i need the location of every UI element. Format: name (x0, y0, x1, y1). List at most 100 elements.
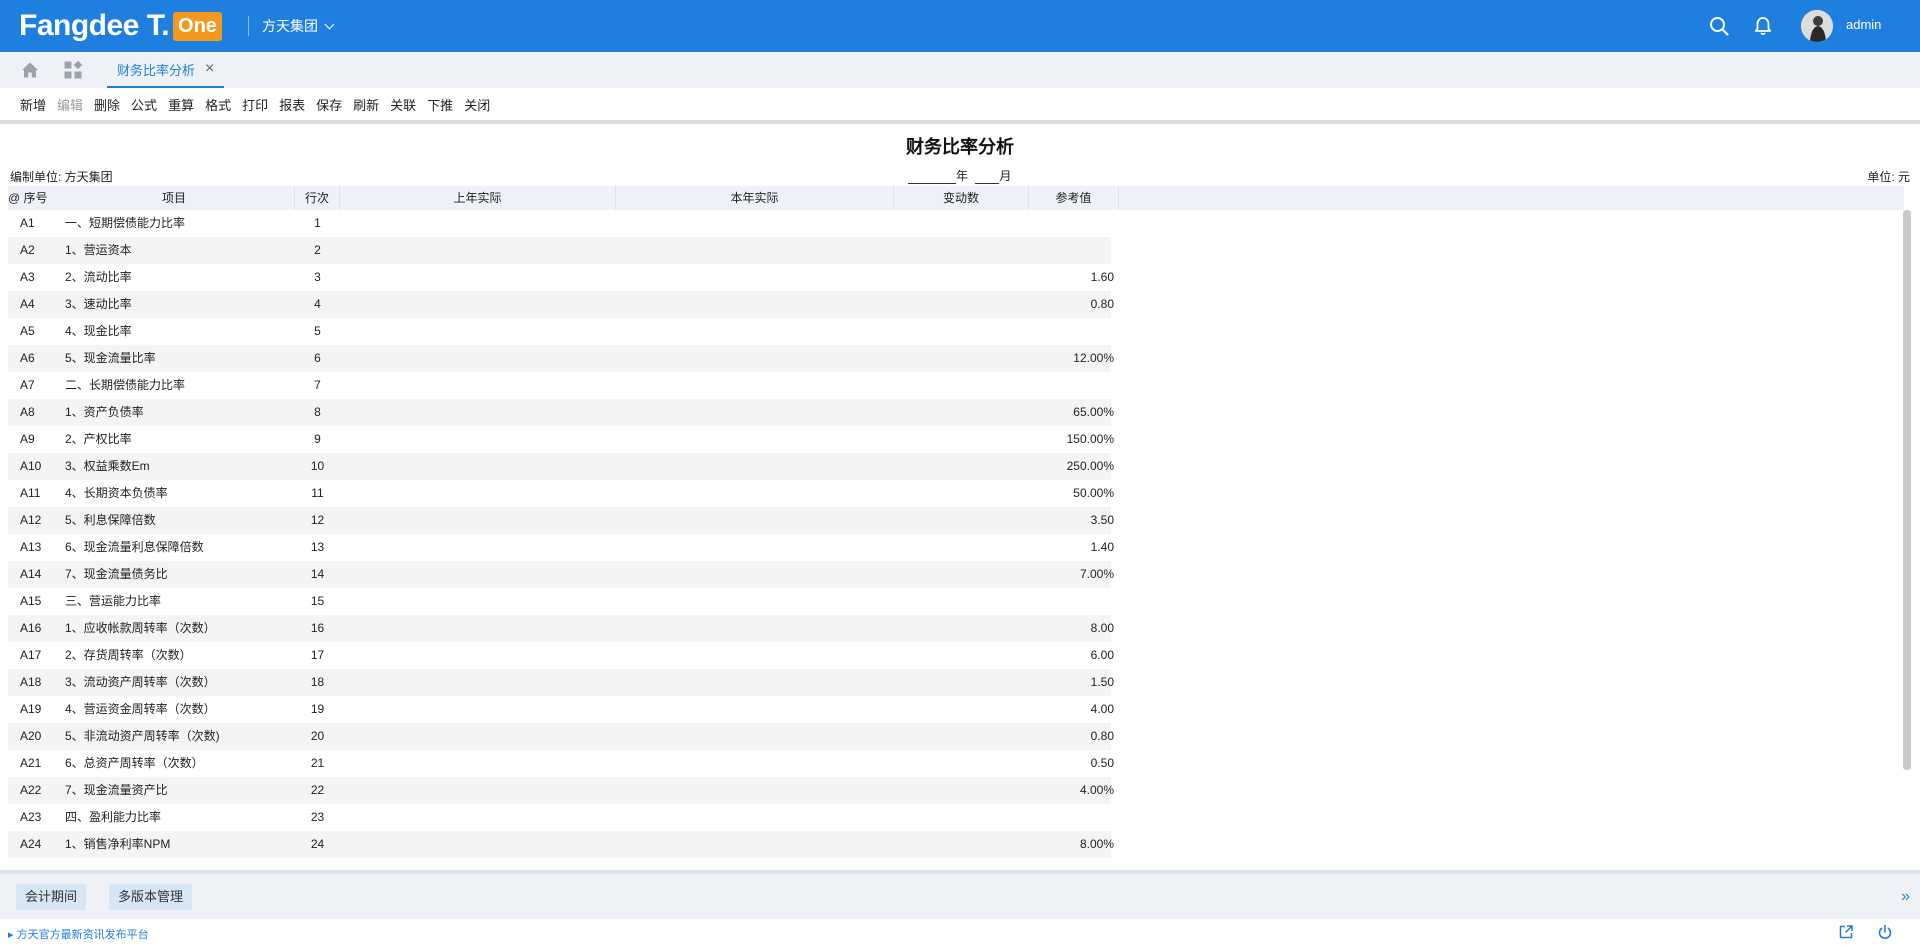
cell-seq[interactable]: A4 (17, 291, 54, 318)
cell-seq[interactable]: A17 (17, 642, 54, 669)
cell-seq[interactable]: A23 (17, 804, 54, 831)
cell-item[interactable]: 3、速动比率 (65, 291, 295, 318)
toolbar-button[interactable]: 编辑 (57, 95, 83, 114)
cell-seq[interactable]: A10 (17, 453, 54, 480)
cell-ref[interactable] (1029, 318, 1114, 345)
cell-ref[interactable]: 1.60 (1029, 264, 1114, 291)
cell-item[interactable]: 5、非流动资产周转率（次数) (65, 723, 295, 750)
cell-line[interactable]: 4 (295, 291, 340, 318)
news-link[interactable]: ▸ 方天官方最新资讯发布平台 (8, 926, 149, 942)
cell-ref[interactable]: 4.00% (1029, 777, 1114, 804)
cell-item[interactable]: 三、营运能力比率 (65, 588, 295, 615)
cell-line[interactable]: 7 (295, 372, 340, 399)
cell-seq[interactable]: A8 (17, 399, 54, 426)
col-item[interactable]: 项目 (54, 186, 295, 210)
cell-line[interactable]: 20 (295, 723, 340, 750)
table-row[interactable]: A4 3、速动比率 4 0.80 (8, 291, 1114, 318)
cell-seq[interactable]: A20 (17, 723, 54, 750)
cell-ref[interactable] (1029, 210, 1114, 237)
cell-seq[interactable]: A16 (17, 615, 54, 642)
bell-icon[interactable] (1752, 15, 1774, 37)
cell-line[interactable]: 21 (295, 750, 340, 777)
cell-ref[interactable] (1029, 804, 1114, 831)
table-row[interactable]: A13 6、现金流量利息保障倍数 13 1.40 (8, 534, 1114, 561)
power-icon[interactable] (1877, 924, 1893, 940)
cell-ref[interactable]: 12.00% (1029, 345, 1114, 372)
cell-seq[interactable]: A14 (17, 561, 54, 588)
cell-ref[interactable]: 1.40 (1029, 534, 1114, 561)
cell-line[interactable]: 23 (295, 804, 340, 831)
table-row[interactable]: A8 1、资产负债率 8 65.00% (8, 399, 1114, 426)
cell-ref[interactable]: 0.80 (1029, 723, 1114, 750)
cell-ref[interactable]: 8.00 (1029, 615, 1114, 642)
cell-item[interactable]: 四、盈利能力比率 (65, 804, 295, 831)
table-row[interactable]: A20 5、非流动资产周转率（次数) 20 0.80 (8, 723, 1114, 750)
cell-ref[interactable]: 0.50 (1029, 750, 1114, 777)
cell-seq[interactable]: A19 (17, 696, 54, 723)
cell-line[interactable]: 16 (295, 615, 340, 642)
cell-seq[interactable]: A7 (17, 372, 54, 399)
cell-item[interactable]: 4、现金比率 (65, 318, 295, 345)
table-row[interactable]: A16 1、应收帐款周转率（次数） 16 8.00 (8, 615, 1114, 642)
cell-item[interactable]: 4、营运资金周转率（次数） (65, 696, 295, 723)
table-row[interactable]: A14 7、现金流量债务比 14 7.00% (8, 561, 1114, 588)
table-row[interactable]: A18 3、流动资产周转率（次数） 18 1.50 (8, 669, 1114, 696)
table-row[interactable]: A11 4、长期资本负债率 11 50.00% (8, 480, 1114, 507)
cell-ref[interactable]: 1.50 (1029, 669, 1114, 696)
cell-item[interactable]: 1、营运资本 (65, 237, 295, 264)
table-row[interactable]: A2 1、营运资本 2 (8, 237, 1111, 264)
table-row[interactable]: A1 一、短期偿债能力比率 1 (8, 210, 1111, 237)
accounting-period-button[interactable]: 会计期间 (16, 884, 87, 910)
expand-icon[interactable]: » (1901, 888, 1910, 906)
cell-item[interactable]: 二、长期偿债能力比率 (65, 372, 295, 399)
cell-line[interactable]: 14 (295, 561, 340, 588)
cell-seq[interactable]: A24 (17, 831, 54, 858)
cell-line[interactable]: 3 (295, 264, 340, 291)
col-reference[interactable]: 参考值 (1029, 186, 1119, 210)
cell-ref[interactable]: 0.80 (1029, 291, 1114, 318)
app-grid-icon[interactable] (63, 60, 83, 80)
cell-seq[interactable]: A15 (17, 588, 54, 615)
cell-line[interactable]: 10 (295, 453, 340, 480)
cell-line[interactable]: 15 (295, 588, 340, 615)
col-seq[interactable]: 序号 (17, 186, 54, 210)
toolbar-button[interactable]: 关闭 (464, 95, 490, 114)
cell-line[interactable]: 9 (295, 426, 340, 453)
home-icon[interactable] (20, 60, 40, 80)
cell-line[interactable]: 8 (295, 399, 340, 426)
table-row[interactable]: A15 三、营运能力比率 15 (8, 588, 1111, 615)
cell-item[interactable]: 2、存货周转率（次数） (65, 642, 295, 669)
version-management-button[interactable]: 多版本管理 (109, 884, 193, 910)
cell-line[interactable]: 12 (295, 507, 340, 534)
cell-item[interactable]: 2、产权比率 (65, 426, 295, 453)
cell-line[interactable]: 11 (295, 480, 340, 507)
cell-ref[interactable]: 65.00% (1029, 399, 1114, 426)
cell-ref[interactable] (1029, 588, 1114, 615)
toolbar-button[interactable]: 下推 (427, 95, 453, 114)
table-row[interactable]: A21 6、总资产周转率（次数） 21 0.50 (8, 750, 1114, 777)
cell-line[interactable]: 19 (295, 696, 340, 723)
close-icon[interactable]: × (205, 61, 214, 77)
cell-item[interactable]: 2、流动比率 (65, 264, 295, 291)
cell-ref[interactable]: 150.00% (1029, 426, 1114, 453)
cell-item[interactable]: 6、现金流量利息保障倍数 (65, 534, 295, 561)
table-row[interactable]: A24 1、销售净利率NPM 24 8.00% (8, 831, 1114, 858)
org-selector[interactable]: 方天集团 (248, 16, 335, 36)
table-row[interactable]: A10 3、权益乘数Em 10 250.00% (8, 453, 1114, 480)
toolbar-button[interactable]: 删除 (94, 95, 120, 114)
col-change[interactable]: 变动数 (894, 186, 1029, 210)
year-blank[interactable] (908, 172, 956, 184)
cell-line[interactable]: 5 (295, 318, 340, 345)
cell-seq[interactable]: A1 (17, 210, 54, 237)
cell-seq[interactable]: A22 (17, 777, 54, 804)
cell-ref[interactable]: 3.50 (1029, 507, 1114, 534)
cell-seq[interactable]: A11 (17, 480, 54, 507)
cell-seq[interactable]: A2 (17, 237, 54, 264)
cell-item[interactable]: 7、现金流量债务比 (65, 561, 295, 588)
cell-line[interactable]: 6 (295, 345, 340, 372)
cell-ref[interactable]: 50.00% (1029, 480, 1114, 507)
scrollbar-thumb[interactable] (1903, 210, 1911, 770)
table-row[interactable]: A7 二、长期偿债能力比率 7 (8, 372, 1111, 399)
tab-financial-ratio-analysis[interactable]: 财务比率分析 × (107, 52, 225, 88)
cell-seq[interactable]: A3 (17, 264, 54, 291)
